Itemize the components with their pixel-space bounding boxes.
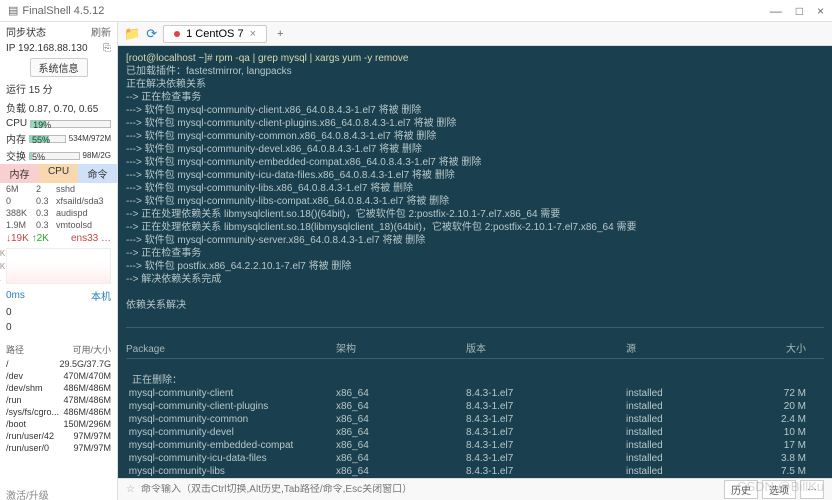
package-row: mysql-community-develx86_648.4.3-1.el7in… bbox=[126, 426, 824, 439]
titlebar: ▤ FinalShell 4.5.12 — □ × bbox=[0, 0, 832, 22]
command-bar: ☆ 历史 选项 … bbox=[118, 478, 832, 500]
net-chart: 20K14K7K bbox=[0, 246, 117, 286]
col-cpu[interactable]: CPU bbox=[39, 164, 78, 183]
star-icon[interactable]: ☆ bbox=[126, 484, 135, 495]
mem-bar: 55% bbox=[29, 135, 66, 143]
package-row: mysql-community-commonx86_648.4.3-1.el7i… bbox=[126, 413, 824, 426]
tab-active[interactable]: 1 CentOS 7× bbox=[163, 25, 267, 43]
sidebar: 同步状态 刷新 IP 192.168.88.130 ⎘ 系统信息 运行 15 分 负… bbox=[0, 22, 118, 500]
disk-row[interactable]: /boot150M/296M bbox=[0, 418, 117, 430]
options-button[interactable]: 选项 bbox=[762, 480, 796, 499]
disk-row[interactable]: /run/user/097M/97M bbox=[0, 442, 117, 454]
close-button[interactable]: × bbox=[817, 4, 824, 18]
package-row: mysql-community-clientx86_648.4.3-1.el7i… bbox=[126, 387, 824, 400]
terminal[interactable]: [root@localhost ~]# rpm -qa | grep mysql… bbox=[118, 46, 832, 478]
activate-link[interactable]: 激活/升级 bbox=[0, 484, 117, 500]
history-button[interactable]: 历史 bbox=[724, 480, 758, 499]
swap-bar: 5% bbox=[29, 152, 80, 160]
sync-status-label: 同步状态 bbox=[6, 24, 46, 39]
tab-add-button[interactable]: + bbox=[273, 28, 287, 40]
status-dot-icon bbox=[174, 31, 180, 37]
swap-label: 交换 bbox=[6, 148, 26, 163]
disk-row[interactable]: /29.5G/37.7G bbox=[0, 358, 117, 370]
sysinfo-button[interactable]: 系统信息 bbox=[30, 58, 88, 77]
ip-value: IP 192.168.88.130 bbox=[6, 43, 88, 54]
tabbar: 📁 ⟳ 1 CentOS 7× + bbox=[118, 22, 832, 46]
app-title: FinalShell 4.5.12 bbox=[22, 5, 104, 17]
cpu-bar: 19% bbox=[30, 120, 111, 128]
package-row: mysql-community-client-pluginsx86_648.4.… bbox=[126, 400, 824, 413]
process-row[interactable]: 1.9M0.3vmtoolsd bbox=[0, 219, 117, 231]
maximize-button[interactable]: □ bbox=[796, 4, 803, 18]
refresh-link[interactable]: 刷新 bbox=[91, 24, 111, 39]
iface[interactable]: ens33 … bbox=[71, 233, 111, 244]
uptime-value: 运行 15 分 bbox=[6, 81, 53, 96]
disk-row[interactable]: /dev/shm486M/486M bbox=[0, 382, 117, 394]
folder-icon[interactable]: 📁 bbox=[124, 26, 140, 42]
process-row[interactable]: 00.3xfsaild/sda3 bbox=[0, 195, 117, 207]
command-input[interactable] bbox=[141, 484, 718, 495]
copy-icon[interactable]: ⎘ bbox=[103, 43, 111, 54]
mem-label: 内存 bbox=[6, 131, 26, 146]
package-row: mysql-community-icu-data-filesx86_648.4.… bbox=[126, 452, 824, 465]
cpu-label: CPU bbox=[6, 118, 27, 129]
process-row[interactable]: 388K0.3audispd bbox=[0, 207, 117, 219]
more-button[interactable]: … bbox=[800, 480, 824, 499]
host-link[interactable]: 本机 bbox=[91, 288, 111, 303]
load-value: 负载 0.87, 0.70, 0.65 bbox=[6, 100, 98, 115]
process-row[interactable]: 6M2sshd bbox=[0, 183, 117, 195]
disk-row[interactable]: /run478M/486M bbox=[0, 394, 117, 406]
col-mem[interactable]: 内存 bbox=[0, 164, 39, 183]
package-row: mysql-community-libsx86_648.4.3-1.el7ins… bbox=[126, 465, 824, 478]
tab-close-icon[interactable]: × bbox=[250, 28, 256, 40]
disk-row[interactable]: /sys/fs/cgro...486M/486M bbox=[0, 406, 117, 418]
app-icon: ▤ bbox=[8, 4, 18, 17]
sync-icon[interactable]: ⟳ bbox=[146, 26, 157, 42]
disk-row[interactable]: /run/user/4297M/97M bbox=[0, 430, 117, 442]
disk-row[interactable]: /dev470M/470M bbox=[0, 370, 117, 382]
col-cmd[interactable]: 命令 bbox=[78, 164, 117, 183]
minimize-button[interactable]: — bbox=[770, 4, 782, 18]
package-row: mysql-community-embedded-compatx86_648.4… bbox=[126, 439, 824, 452]
